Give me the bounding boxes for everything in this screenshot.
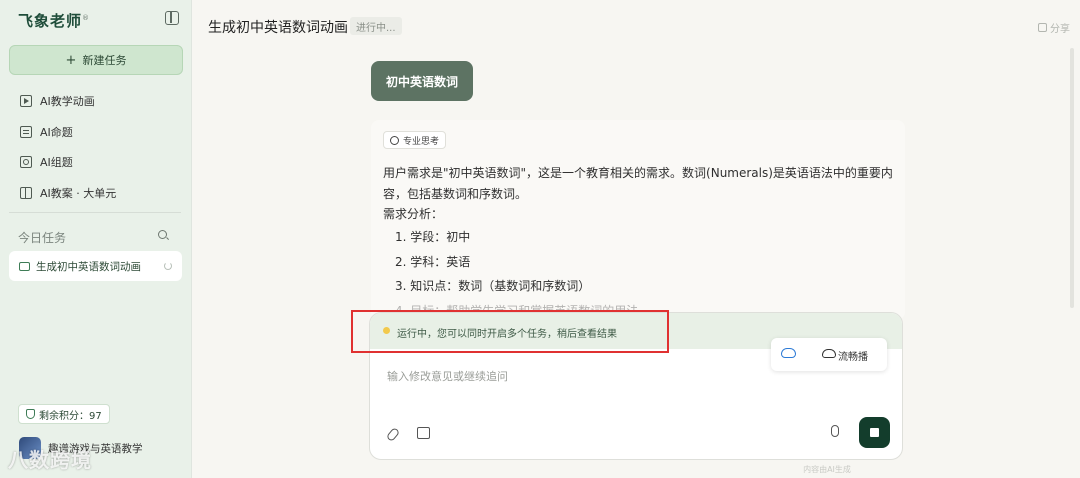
sidebar-collapse-icon[interactable] (165, 11, 179, 25)
doc-icon (20, 125, 32, 138)
sidebar-item-label: AI组题 (40, 156, 73, 170)
brain-icon (390, 135, 399, 145)
stop-button[interactable] (859, 417, 890, 448)
share-button[interactable]: 分享 (1038, 20, 1070, 35)
points-label: 剩余积分：97 (39, 410, 102, 422)
think-tag-label: 专业思考 (403, 136, 440, 147)
sidebar-divider (9, 212, 181, 213)
sidebar: 飞象老师® + 新建任务 AI教学动画 AI命题 AI组题 AI教案 · 大单元… (0, 0, 192, 478)
list-item: 2. 学科：英语 (395, 254, 471, 269)
running-notice-text: 运行中，您可以同时开启多个任务，稍后查看结果 (397, 329, 617, 340)
composer-panel: 运行中，您可以同时开启多个任务，稍后查看结果 流畅播 输入修改意见或继续追问 (369, 312, 903, 460)
think-mode-tag[interactable]: 专业思考 (383, 131, 447, 149)
task-list-item[interactable]: 生成初中英语数词动画 (9, 251, 182, 281)
app-logo[interactable]: 飞象老师® (18, 10, 90, 31)
sidebar-item-label: AI教案 · 大单元 (40, 186, 117, 200)
microphone-icon[interactable] (831, 425, 839, 437)
share-icon (1038, 23, 1047, 32)
sidebar-item-ai-animation[interactable]: AI教学动画 (20, 86, 116, 117)
ai-disclaimer: 内容由AI生成 (803, 465, 851, 474)
reply-paragraph: 用户需求是"初中英语数词"，这是一个教育相关的需求。数词(Numerals)是英… (383, 166, 893, 201)
book-icon (20, 186, 32, 199)
search-icon[interactable] (158, 230, 167, 239)
cloud-icon[interactable] (781, 348, 796, 358)
list-item: 3. 知识点：数词（基数词和序数词） (395, 279, 591, 293)
assistant-reply: 专业思考 用户需求是"初中英语数词"，这是一个教育相关的需求。数词(Numera… (371, 120, 905, 320)
sidebar-item-ai-exam[interactable]: AI命题 (20, 117, 116, 148)
status-dot-icon (383, 327, 390, 334)
cloud-upload-icon (822, 349, 836, 358)
scrollbar[interactable] (1070, 48, 1074, 308)
new-task-label: 新建任务 (82, 54, 127, 67)
attachment-icon[interactable] (385, 426, 401, 443)
loading-spinner-icon (164, 262, 172, 270)
new-task-button[interactable]: + 新建任务 (9, 45, 183, 75)
image-upload-icon[interactable] (417, 427, 430, 439)
message-input[interactable]: 输入修改意见或继续追问 (387, 368, 508, 384)
points-badge[interactable]: 剩余积分：97 (18, 404, 110, 424)
sidebar-item-ai-compose[interactable]: AI组题 (20, 147, 116, 178)
stream-button[interactable]: 流畅播 (838, 348, 868, 363)
status-badge: 进行中... (350, 17, 402, 35)
user-message-bubble: 初中英语数词 (371, 61, 473, 101)
image-icon (20, 156, 32, 169)
task-label: 生成初中英语数词动画 (36, 260, 141, 273)
main-area: 生成初中英语数词动画 进行中... 分享 初中英语数词 专业思考 用户需求是"初… (192, 0, 1080, 478)
share-label: 分享 (1050, 24, 1070, 35)
analysis-list: 1. 学段：初中 2. 学科：英语 3. 知识点：数词（基数词和序数词） 4. … (395, 225, 638, 323)
stream-popup: 流畅播 (771, 338, 887, 371)
watermark: 八数跨境 (8, 448, 92, 472)
chat-icon (19, 261, 30, 271)
shield-icon (26, 409, 35, 419)
analysis-title: 需求分析： (383, 207, 444, 221)
list-item: 1. 学段：初中 (395, 230, 471, 244)
page-title: 生成初中英语数词动画 (208, 20, 348, 36)
today-tasks-heading: 今日任务 (18, 231, 67, 245)
plus-icon: + (65, 52, 77, 68)
sidebar-nav: AI教学动画 AI命题 AI组题 AI教案 · 大单元 (20, 86, 116, 208)
sidebar-item-ai-lesson-plan[interactable]: AI教案 · 大单元 (20, 178, 116, 209)
sidebar-item-label: AI命题 (40, 125, 73, 139)
sidebar-item-label: AI教学动画 (40, 95, 95, 109)
play-icon (20, 95, 32, 108)
stop-icon (870, 428, 879, 437)
